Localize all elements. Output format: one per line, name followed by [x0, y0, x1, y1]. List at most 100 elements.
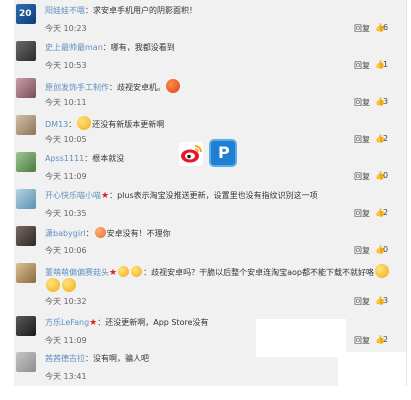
- vip-star-icon: ★: [109, 268, 118, 278]
- like-button[interactable]: 👍0: [375, 171, 388, 180]
- like-button[interactable]: 👍2: [375, 208, 388, 217]
- emoji-icon: [118, 266, 130, 277]
- comment-text: 没有啊，骗人吧: [93, 354, 149, 363]
- comment-row: 20 阳娃娃不哦：求安卓手机用户的阴影面积！ 今天 10:23 回复 👍6: [14, 2, 406, 39]
- separator: ：: [85, 354, 93, 363]
- username-link[interactable]: 茜茜德古拉: [45, 354, 85, 363]
- vip-star-icon: ★: [101, 191, 110, 201]
- emoji-icon: [131, 266, 143, 277]
- reply-button[interactable]: 回复: [354, 335, 370, 346]
- thumbs-up-icon: 👍: [375, 335, 385, 344]
- comment-line: 开心快乐喵小喵★：plus表示淘宝没推送更新，设置里也没有指纹识别这一项: [45, 190, 318, 201]
- like-count: 2: [383, 134, 389, 143]
- avatar[interactable]: 20: [16, 4, 36, 24]
- like-count: 0: [383, 171, 389, 180]
- avatar[interactable]: [16, 115, 36, 135]
- comment-text: 还没更新啊，App Store没有: [105, 318, 209, 327]
- like-count: 3: [383, 97, 389, 106]
- comment-text: 求安卓手机用户的阴影面积！: [93, 6, 197, 15]
- thumbs-up-icon: 👍: [375, 60, 385, 69]
- comment-line: 阳娃娃不哦：求安卓手机用户的阴影面积！: [45, 5, 197, 16]
- like-button[interactable]: 👍2: [375, 134, 388, 143]
- thumbs-up-icon: 👍: [375, 296, 385, 305]
- comment-line: 原创发饰手工制作：歧视安卓机。: [45, 79, 181, 93]
- like-button[interactable]: 👍2: [375, 335, 388, 344]
- avatar[interactable]: [16, 41, 36, 61]
- avatar[interactable]: [16, 189, 36, 209]
- comment-text: 歧视安卓吗？干脆以后整个安卓连淘宝aop都不能下载不就好咯: [151, 268, 374, 277]
- avatar[interactable]: [16, 78, 36, 98]
- username-link[interactable]: 原创发饰手工制作: [45, 83, 109, 92]
- thumbs-up-icon: 👍: [375, 97, 385, 106]
- username-link[interactable]: 方乐LeFang: [45, 318, 89, 327]
- separator: ：: [143, 268, 152, 277]
- avatar[interactable]: [16, 316, 36, 336]
- like-count: 0: [383, 245, 389, 254]
- comment-row: 史上最帅最man：哪有，我都没看到 今天 10:53 回复 👍1: [14, 39, 406, 76]
- like-button[interactable]: 👍0: [375, 245, 388, 254]
- comment-line: 方乐LeFang★：还没更新啊，App Store没有: [45, 317, 209, 328]
- like-count: 2: [383, 208, 389, 217]
- emoji-line: [45, 278, 77, 292]
- like-button[interactable]: 👍3: [375, 296, 388, 305]
- like-button[interactable]: 👍6: [375, 23, 388, 32]
- comment-line: 史上最帅最man：哪有，我都没看到: [45, 42, 175, 53]
- separator: ：: [102, 43, 111, 52]
- comment-row: 董萌萌偏偏赛菇头★ ：歧视安卓吗？干脆以后整个安卓连淘宝aop都不能下载不就好咯 …: [14, 261, 406, 313]
- like-count: 2: [383, 335, 389, 344]
- svg-text:20: 20: [19, 9, 32, 19]
- username-link[interactable]: 潇babygirl: [45, 229, 86, 238]
- reply-button[interactable]: 回复: [354, 296, 370, 307]
- timestamp: 今天 10:11: [45, 98, 87, 107]
- thumbs-up-icon: 👍: [375, 171, 385, 180]
- p-letter: P: [218, 143, 230, 162]
- thumbs-up-icon: 👍: [375, 245, 385, 254]
- username-link[interactable]: 开心快乐喵小喵: [45, 191, 101, 200]
- timestamp: 今天 10:06: [45, 246, 87, 255]
- comment-line: Apss1111：根本就没: [45, 153, 124, 164]
- like-count: 1: [383, 60, 389, 69]
- separator: ：: [109, 83, 117, 92]
- reply-button[interactable]: 回复: [354, 23, 370, 34]
- timestamp: 今天 10:23: [45, 24, 87, 33]
- blank-patch: [256, 319, 346, 357]
- p-share-icon[interactable]: P: [209, 139, 237, 167]
- reply-button[interactable]: 回复: [354, 97, 370, 108]
- separator: ：: [85, 6, 93, 15]
- like-count: 3: [383, 296, 389, 305]
- avatar[interactable]: [16, 263, 36, 283]
- username-link[interactable]: Apss1111: [45, 154, 84, 163]
- comment-feed: 20 阳娃娃不哦：求安卓手机用户的阴影面积！ 今天 10:23 回复 👍6 史上…: [14, 0, 407, 386]
- comment-line: 潇babygirl： 安卓没有！不理你: [45, 227, 171, 239]
- thumbs-up-icon: 👍: [375, 134, 385, 143]
- reply-button[interactable]: 回复: [354, 208, 370, 219]
- reply-button[interactable]: 回复: [354, 245, 370, 256]
- angry-face-icon: [166, 79, 180, 93]
- timestamp: 今天 11:09: [45, 336, 87, 345]
- avatar[interactable]: [16, 352, 36, 372]
- thumbs-up-icon: 👍: [375, 208, 385, 217]
- reply-button[interactable]: 回复: [354, 134, 370, 145]
- username-link[interactable]: DM13: [45, 120, 68, 129]
- comment-text: 歧视安卓机。: [117, 83, 165, 92]
- timestamp: 今天 13:41: [45, 372, 87, 381]
- username-link[interactable]: 史上最帅最man: [45, 43, 103, 52]
- comment-text: 还没有新版本更新啊: [92, 120, 165, 129]
- username-link[interactable]: 董萌萌偏偏赛菇头: [45, 268, 109, 277]
- smile-face-icon: [46, 278, 60, 292]
- like-button[interactable]: 👍3: [375, 97, 388, 106]
- separator: ：: [68, 120, 77, 129]
- weibo-share-icon[interactable]: [179, 142, 203, 166]
- smile-face-icon: [62, 278, 76, 292]
- reply-button[interactable]: 回复: [354, 171, 370, 182]
- blank-patch: [338, 352, 406, 386]
- username-link[interactable]: 阳娃娃不哦: [45, 6, 85, 15]
- like-button[interactable]: 👍1: [375, 60, 388, 69]
- separator: ：: [109, 191, 118, 200]
- avatar[interactable]: [16, 226, 36, 246]
- smile-face-icon: [374, 264, 389, 278]
- comment-row: 潇babygirl： 安卓没有！不理你 今天 10:06 回复 👍0: [14, 224, 406, 261]
- reply-button[interactable]: 回复: [354, 60, 370, 71]
- comment-line: 董萌萌偏偏赛菇头★ ：歧视安卓吗？干脆以后整个安卓连淘宝aop都不能下载不就好咯: [45, 264, 390, 278]
- avatar[interactable]: [16, 152, 36, 172]
